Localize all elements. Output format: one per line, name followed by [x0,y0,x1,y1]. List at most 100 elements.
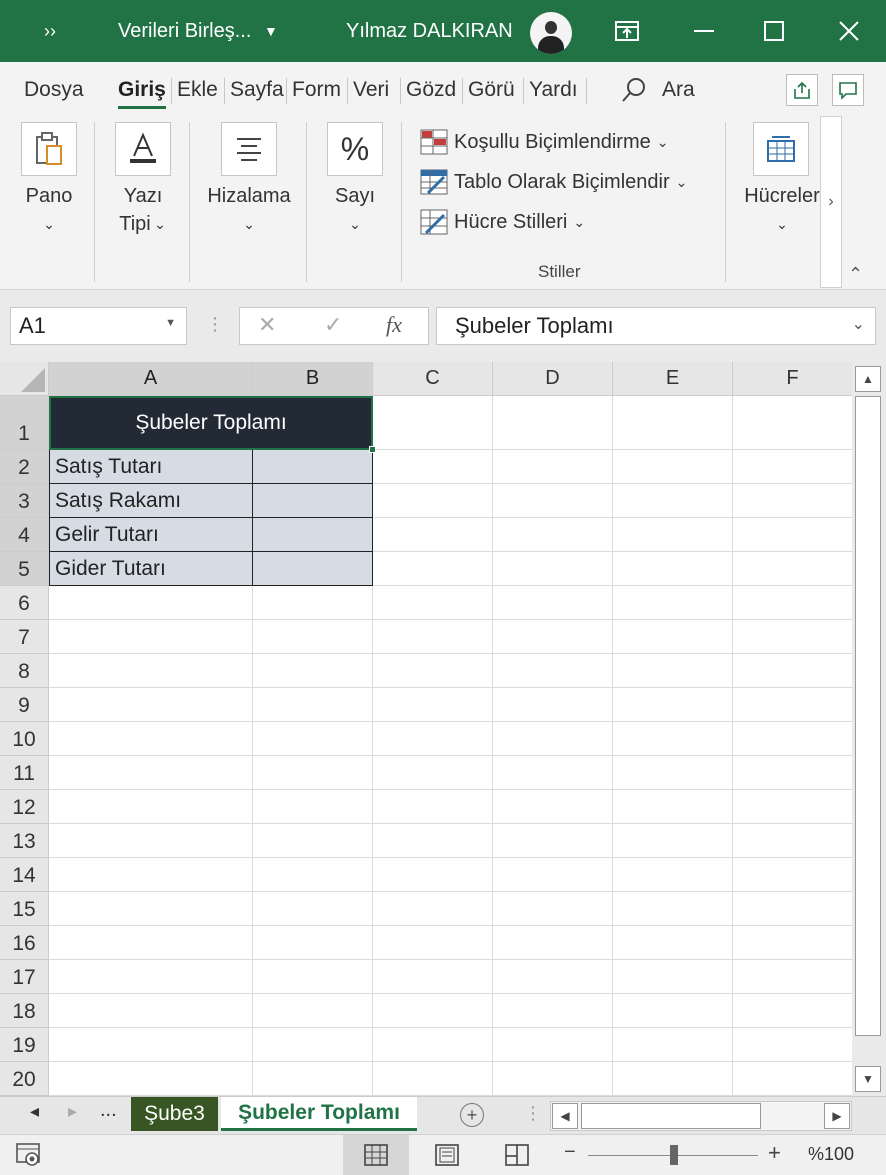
drag-handle-icon[interactable]: ⋮ [206,314,224,335]
cell-c16[interactable] [373,926,493,960]
cell-c11[interactable] [373,756,493,790]
chevron-down-icon[interactable]: ⌄ [320,210,390,238]
alignment-button[interactable] [221,122,277,176]
row-header-1[interactable]: 1 [0,396,49,450]
cell-c18[interactable] [373,994,493,1028]
cell-d13[interactable] [493,824,613,858]
normal-view-button[interactable] [343,1135,409,1175]
cell-d19[interactable] [493,1028,613,1062]
cell-c8[interactable] [373,654,493,688]
column-header-c[interactable]: C [373,362,493,396]
cell-a14[interactable] [49,858,253,892]
cell-b7[interactable] [253,620,373,654]
zoom-slider-thumb[interactable] [670,1145,678,1165]
tab-gozd[interactable]: Gözd [406,62,456,118]
label-cell[interactable]: Satış Tutarı [49,450,253,484]
cell-d4[interactable] [493,518,613,552]
cell-a20[interactable] [49,1062,253,1096]
cell-e10[interactable] [613,722,733,756]
row-header-7[interactable]: 7 [0,620,49,654]
enter-icon[interactable]: ✓ [324,312,342,338]
cell-c1[interactable] [373,396,493,450]
cell-c5[interactable] [373,552,493,586]
cell-e2[interactable] [613,450,733,484]
cell-d10[interactable] [493,722,613,756]
cell-a9[interactable] [49,688,253,722]
row-header-5[interactable]: 5 [0,552,49,586]
cell-f4[interactable] [733,518,852,552]
cell-f2[interactable] [733,450,852,484]
row-header-18[interactable]: 18 [0,994,49,1028]
cell-c6[interactable] [373,586,493,620]
cell-f5[interactable] [733,552,852,586]
row-header-20[interactable]: 20 [0,1062,49,1096]
cell-c15[interactable] [373,892,493,926]
more-sheets-button[interactable]: ... [100,1099,117,1122]
row-header-17[interactable]: 17 [0,960,49,994]
row-header-8[interactable]: 8 [0,654,49,688]
cell-c7[interactable] [373,620,493,654]
cell-b11[interactable] [253,756,373,790]
cell-e13[interactable] [613,824,733,858]
cell-b19[interactable] [253,1028,373,1062]
chevron-down-icon[interactable]: ⌄ [742,210,822,238]
cell-a12[interactable] [49,790,253,824]
cell-c19[interactable] [373,1028,493,1062]
minimize-button[interactable] [675,0,733,62]
cell-a19[interactable] [49,1028,253,1062]
cell-d3[interactable] [493,484,613,518]
cell-d5[interactable] [493,552,613,586]
merged-title-cell[interactable]: Şubeler Toplamı [49,396,373,450]
cell-e14[interactable] [613,858,733,892]
vertical-scroll-thumb[interactable] [855,396,881,1036]
cell-e19[interactable] [613,1028,733,1062]
worksheet-grid[interactable]: A B C D E F 1 2 Satış Tutarı 3 Satış Rakamı 4 Gelir … [0,362,852,1096]
cell-b9[interactable] [253,688,373,722]
fill-handle[interactable] [369,446,376,453]
tab-veri[interactable]: Veri [353,62,389,118]
cell-e7[interactable] [613,620,733,654]
document-title[interactable]: Verileri Birleş... [118,0,251,62]
tab-dosya[interactable]: Dosya [24,62,84,118]
cell-a13[interactable] [49,824,253,858]
row-header-13[interactable]: 13 [0,824,49,858]
cell-d18[interactable] [493,994,613,1028]
cell-a16[interactable] [49,926,253,960]
cell-b14[interactable] [253,858,373,892]
cell-b16[interactable] [253,926,373,960]
cell-f14[interactable] [733,858,852,892]
cell-a7[interactable] [49,620,253,654]
cell-b13[interactable] [253,824,373,858]
cell-e16[interactable] [613,926,733,960]
sheet-tab-sube3[interactable]: Şube3 [131,1097,218,1131]
cell-c2[interactable] [373,450,493,484]
chevron-down-icon[interactable]: ⌄ [202,210,296,238]
macro-recorder-icon[interactable] [16,1143,42,1172]
zoom-out-button[interactable]: − [564,1141,576,1164]
page-break-view-button[interactable] [484,1135,550,1175]
cell-b4[interactable] [253,518,373,552]
tab-ekle[interactable]: Ekle [177,62,218,118]
cell-a11[interactable] [49,756,253,790]
clipboard-button[interactable] [21,122,77,176]
cell-d12[interactable] [493,790,613,824]
cell-e8[interactable] [613,654,733,688]
row-header-2[interactable]: 2 [0,450,49,484]
cell-styles-button[interactable]: Hücre Stilleri ⌄ [420,206,585,238]
comments-button[interactable] [832,74,864,106]
row-header-10[interactable]: 10 [0,722,49,756]
cell-d17[interactable] [493,960,613,994]
cell-c13[interactable] [373,824,493,858]
cell-d16[interactable] [493,926,613,960]
column-header-a[interactable]: A [49,362,253,396]
row-header-9[interactable]: 9 [0,688,49,722]
maximize-button[interactable] [745,0,803,62]
cell-e15[interactable] [613,892,733,926]
tab-form[interactable]: Form [292,62,341,118]
row-header-15[interactable]: 15 [0,892,49,926]
cell-c3[interactable] [373,484,493,518]
cell-e20[interactable] [613,1062,733,1096]
row-header-12[interactable]: 12 [0,790,49,824]
cell-c4[interactable] [373,518,493,552]
cell-a18[interactable] [49,994,253,1028]
